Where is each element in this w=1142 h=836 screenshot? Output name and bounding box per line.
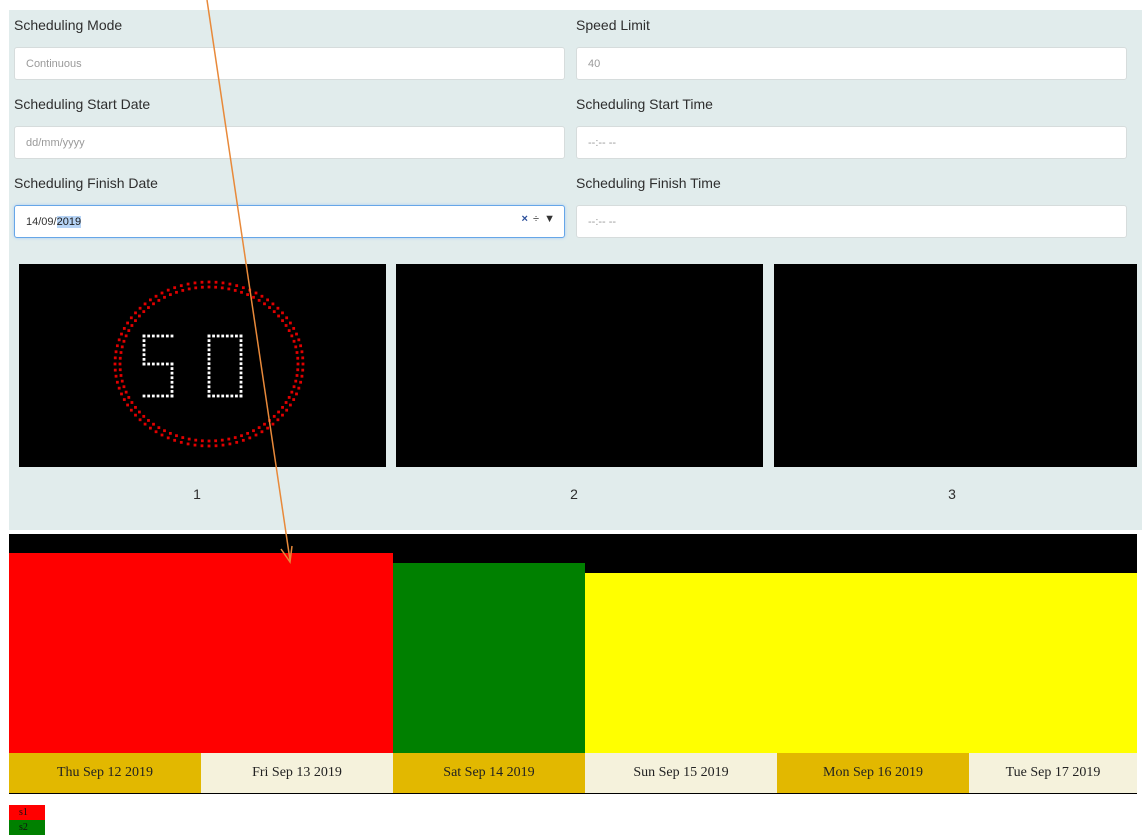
start-date-field[interactable]: dd/mm/yyyy xyxy=(14,126,565,159)
legend-item-s1: s1 xyxy=(9,805,45,820)
timeline-bar-s1[interactable] xyxy=(9,553,393,753)
speed-limit-label: Speed Limit xyxy=(576,17,650,33)
sign-preview-2[interactable] xyxy=(396,264,763,467)
timeline-date: Fri Sep 13 2019 xyxy=(201,753,393,793)
timeline-date: Sat Sep 14 2019 xyxy=(393,753,585,793)
timeline-date: Thu Sep 12 2019 xyxy=(9,753,201,793)
timeline-date: Mon Sep 16 2019 xyxy=(777,753,969,793)
sign-preview-3[interactable] xyxy=(774,264,1137,467)
finish-date-field[interactable]: 14/09/2019 × ÷ ▼ xyxy=(14,205,565,238)
finish-time-field[interactable]: --:-- -- xyxy=(576,205,1127,238)
finish-time-label: Scheduling Finish Time xyxy=(576,175,721,191)
timeline-bar-s2[interactable] xyxy=(393,563,585,753)
start-time-field[interactable]: --:-- -- xyxy=(576,126,1127,159)
timeline-date: Tue Sep 17 2019 xyxy=(969,753,1137,793)
scheduling-mode-label: Scheduling Mode xyxy=(14,17,123,33)
sign-preview-1[interactable] xyxy=(19,264,386,467)
sign-number-2: 2 xyxy=(570,486,578,502)
timeline-date: Sun Sep 15 2019 xyxy=(585,753,777,793)
legend-item-s2: s2 xyxy=(9,820,45,835)
date-controls: × ÷ ▼ xyxy=(522,213,557,225)
speed-sign-50-icon xyxy=(113,280,305,448)
finish-date-label: Scheduling Finish Date xyxy=(14,175,158,191)
speed-limit-field[interactable]: 40 xyxy=(576,47,1127,80)
clear-icon[interactable]: × xyxy=(522,213,529,225)
finish-date-day-month: 14/09/ xyxy=(26,215,57,228)
sign-number-3: 3 xyxy=(948,486,956,502)
dropdown-icon[interactable]: ▼ xyxy=(544,213,556,225)
finish-date-year-selected: 2019 xyxy=(56,215,82,228)
sign-number-1: 1 xyxy=(193,486,201,502)
spin-icon[interactable]: ÷ xyxy=(533,213,540,225)
start-time-label: Scheduling Start Time xyxy=(576,96,713,112)
scheduling-mode-field[interactable]: Continuous xyxy=(14,47,565,80)
start-date-label: Scheduling Start Date xyxy=(14,96,151,112)
timeline-bar-s3[interactable] xyxy=(585,573,1137,753)
